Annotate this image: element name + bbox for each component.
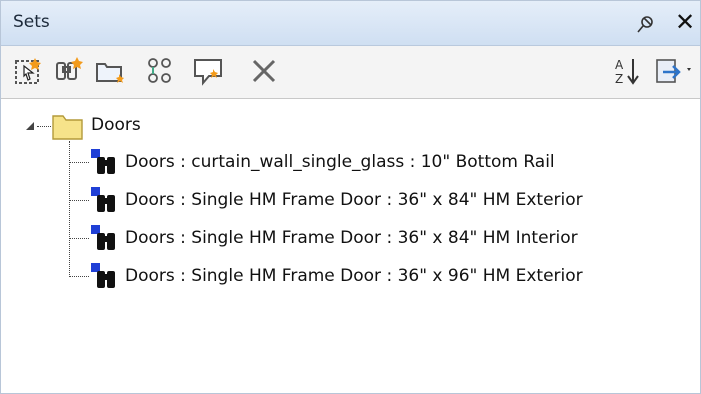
sets-tree: Doors Doors : curtain_wall_single_glass …	[1, 99, 700, 393]
tree-item[interactable]: Doors : Single HM Frame Door : 36" x 84"…	[89, 223, 689, 253]
collapse-arrow-icon[interactable]	[23, 119, 37, 133]
panel-titlebar: Sets ✕	[1, 1, 700, 46]
save-selection-icon[interactable]	[11, 54, 45, 88]
tree-item-label: Doors : Single HM Frame Door : 36" x 84"…	[125, 228, 578, 248]
search-set-icon	[91, 187, 115, 212]
tree-item[interactable]: Doors : Single HM Frame Door : 36" x 84"…	[89, 185, 689, 215]
duplicate-icon[interactable]	[143, 54, 177, 88]
search-set-icon	[91, 149, 115, 174]
tree-item-label: Doors : curtain_wall_single_glass : 10" …	[125, 152, 555, 172]
search-set-icon	[91, 263, 115, 288]
pin-icon[interactable]	[635, 12, 657, 34]
tree-item[interactable]: Doors : Single HM Frame Door : 36" x 96"…	[89, 261, 689, 291]
panel-title: Sets	[13, 12, 50, 32]
tree-item[interactable]: Doors : curtain_wall_single_glass : 10" …	[89, 147, 689, 177]
add-comment-icon[interactable]	[191, 54, 225, 88]
sort-icon[interactable]: A Z	[611, 54, 645, 88]
folder-label: Doors	[91, 115, 141, 135]
save-search-icon[interactable]	[51, 54, 85, 88]
delete-icon[interactable]	[247, 54, 281, 88]
close-icon[interactable]: ✕	[675, 7, 695, 37]
tree-item-label: Doors : Single HM Frame Door : 36" x 84"…	[125, 190, 583, 210]
tree-folder-doors[interactable]: Doors	[51, 111, 211, 141]
svg-text:A: A	[615, 58, 624, 72]
folder-icon	[52, 115, 83, 140]
svg-text:Z: Z	[615, 72, 623, 86]
new-folder-icon[interactable]	[93, 54, 127, 88]
toolbar: A Z	[1, 46, 700, 99]
search-set-icon	[91, 225, 115, 250]
import-export-icon[interactable]	[653, 54, 697, 88]
sets-panel: Sets ✕ A Z Doors Doors: curtain_wall_si…	[0, 0, 701, 394]
tree-item-label: Doors : Single HM Frame Door : 36" x 96"…	[125, 266, 583, 286]
